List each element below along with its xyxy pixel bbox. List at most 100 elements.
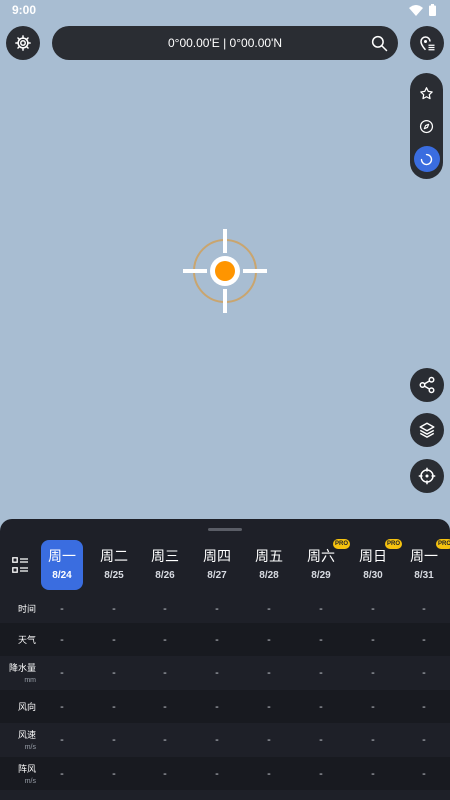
- row-label: 风向: [0, 690, 40, 723]
- day-date: 8/26: [155, 570, 175, 581]
- row-label-text: 时间: [17, 604, 36, 614]
- share-button[interactable]: [410, 368, 444, 402]
- table-cell: -: [215, 633, 219, 646]
- settings-button[interactable]: [6, 26, 40, 60]
- location-list-button[interactable]: [410, 26, 444, 60]
- table-cell: -: [163, 633, 167, 646]
- row-label-text: 天气: [17, 635, 36, 645]
- row-label: 天气: [0, 623, 40, 656]
- table-cell: -: [163, 666, 167, 679]
- table-cell: -: [422, 733, 426, 746]
- table-cell: -: [319, 633, 323, 646]
- forecast-panel: 周一 8/24 周二 8/25 周三 8/26 周四 8/27 周五 8/28 周六 8/29 PRO 周…: [0, 519, 450, 800]
- day-name: 周四: [203, 548, 231, 564]
- table-cell: -: [112, 733, 116, 746]
- table-cell: -: [422, 633, 426, 646]
- compass-icon: [419, 119, 434, 133]
- favorite-button[interactable]: [414, 80, 440, 106]
- day-tab[interactable]: 周三 8/26: [144, 540, 186, 590]
- day-name: 周三: [151, 548, 179, 564]
- day-tab[interactable]: 周二 8/25: [93, 540, 135, 590]
- table-cell: -: [215, 733, 219, 746]
- table-cell: -: [371, 700, 375, 713]
- compass-button[interactable]: [414, 113, 440, 139]
- table-cell: -: [422, 602, 426, 615]
- row-unit: m/s: [24, 744, 36, 751]
- table-row: 透过: [0, 790, 450, 800]
- day-tab[interactable]: 周六 8/29 PRO: [300, 539, 350, 590]
- table-cell: [41, 790, 83, 800]
- table-cell: -: [422, 700, 426, 713]
- row-label: 降水量 mm: [0, 656, 40, 689]
- layers-icon: [419, 422, 435, 438]
- table-cell: -: [319, 700, 323, 713]
- star-icon: [420, 86, 433, 99]
- coordinate-search-bar[interactable]: 0°00.00'E | 0°00.00'N: [52, 26, 398, 60]
- table-cell: -: [60, 767, 64, 780]
- pro-badge: PRO: [332, 539, 350, 549]
- day-name: 周一: [48, 548, 76, 564]
- loading-button[interactable]: [413, 146, 440, 172]
- row-label-text: 降水量: [8, 663, 36, 673]
- table-cell: [144, 790, 186, 800]
- table-cell: -: [371, 767, 375, 780]
- row-label: 时间: [0, 592, 40, 625]
- day-tab[interactable]: 周日 8/30 PRO: [352, 539, 402, 590]
- row-label: 阵风 m/s: [0, 757, 40, 790]
- day-name: 周五: [255, 548, 283, 564]
- table-cell: -: [215, 767, 219, 780]
- table-cell: -: [319, 666, 323, 679]
- table-cell: -: [267, 602, 271, 615]
- table-cell: -: [112, 633, 116, 646]
- list-icon[interactable]: [12, 557, 28, 573]
- table-cell: [352, 790, 394, 800]
- table-cell: [196, 790, 238, 800]
- table-cell: -: [215, 602, 219, 615]
- day-date: 8/31: [414, 570, 434, 581]
- location-list-icon: [420, 36, 435, 51]
- table-cell: -: [60, 602, 64, 615]
- table-cell: -: [60, 666, 64, 679]
- table-row: 阵风 m/s - - - - - - - -: [0, 757, 450, 790]
- table-cell: -: [60, 733, 64, 746]
- day-tab[interactable]: 周一 8/31 PRO: [403, 539, 450, 590]
- day-name: 周二: [100, 548, 128, 564]
- settings-icon: [15, 35, 31, 51]
- table-cell: -: [422, 767, 426, 780]
- day-tab[interactable]: 周五 8/28: [248, 540, 290, 590]
- table-cell: -: [163, 602, 167, 615]
- layers-button[interactable]: [410, 413, 444, 447]
- pro-badge: PRO: [384, 539, 402, 549]
- table-row: 时间 - - - - - - - -: [0, 592, 450, 625]
- table-row: 降水量 mm - - - - - - - -: [0, 656, 450, 689]
- table-cell: -: [267, 666, 271, 679]
- row-label-text: 风向: [17, 702, 36, 712]
- day-name: 周一: [410, 548, 438, 564]
- day-name: 周日: [359, 548, 387, 564]
- locate-button[interactable]: [410, 459, 444, 493]
- row-label-text: 阵风: [17, 764, 36, 774]
- table-cell: -: [319, 767, 323, 780]
- table-cell: -: [422, 666, 426, 679]
- row-unit: m/s: [24, 778, 36, 785]
- table-cell: -: [371, 666, 375, 679]
- table-cell: -: [267, 633, 271, 646]
- table-cell: -: [267, 700, 271, 713]
- table-cell: -: [112, 700, 116, 713]
- search-icon[interactable]: [370, 34, 388, 52]
- location-marker: [183, 229, 267, 313]
- pro-badge: PRO: [435, 539, 450, 549]
- table-cell: -: [112, 666, 116, 679]
- table-cell: -: [215, 666, 219, 679]
- row-label-text: 风速: [17, 730, 36, 740]
- table-cell: [93, 790, 135, 800]
- day-tab[interactable]: 周四 8/27: [196, 540, 238, 590]
- drag-handle[interactable]: [208, 528, 242, 531]
- day-tab[interactable]: 周一 8/24: [41, 540, 83, 590]
- table-cell: -: [319, 602, 323, 615]
- map-tools-pill: [410, 73, 443, 179]
- status-time: 9:00: [12, 3, 37, 17]
- day-date: 8/25: [104, 570, 124, 581]
- day-date: 8/28: [259, 570, 279, 581]
- day-name: 周六: [307, 548, 335, 564]
